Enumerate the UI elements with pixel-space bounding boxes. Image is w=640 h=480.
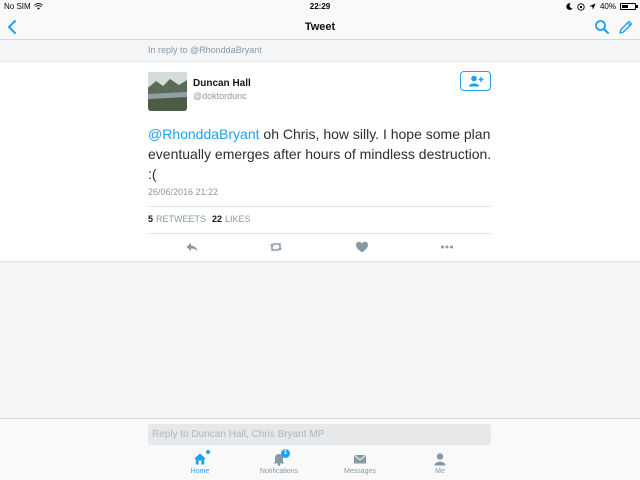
tab-notifications[interactable]: 1 Notifications xyxy=(249,449,309,479)
battery-percent: 40% xyxy=(599,2,616,11)
notification-badge: 1 xyxy=(281,449,290,458)
author-name[interactable]: Duncan Hall xyxy=(193,78,251,89)
likes-label: LIKES xyxy=(225,214,251,224)
avatar[interactable] xyxy=(148,72,187,111)
status-bar: No SIM 22:29 40% xyxy=(0,0,640,14)
divider xyxy=(148,233,491,234)
new-content-dot xyxy=(206,450,210,454)
compose-icon[interactable] xyxy=(618,19,634,35)
location-icon xyxy=(589,3,596,10)
retweets-count: 5 xyxy=(148,214,154,224)
tab-label: Messages xyxy=(344,468,376,475)
like-icon[interactable] xyxy=(355,240,369,254)
tweet-detail: Duncan Hall @doktordunc @RhonddaBryant o… xyxy=(0,62,640,262)
navigation-bar: Tweet xyxy=(0,14,640,40)
chevron-left-icon[interactable] xyxy=(6,18,20,36)
home-icon xyxy=(193,450,210,466)
tweet-timestamp: 26/06/2016 21:22 xyxy=(148,187,219,197)
author-handle[interactable]: @doktordunc xyxy=(193,91,247,101)
likes-count: 22 xyxy=(212,214,223,224)
add-user-icon xyxy=(468,75,483,87)
page-title: Tweet xyxy=(304,21,336,33)
reply-context-text: In reply to @RhonddaBryant xyxy=(148,45,262,55)
reply-input[interactable] xyxy=(148,424,491,445)
orientation-lock-icon xyxy=(577,2,585,11)
bottom-bar: Home 1 Notifications Messages Me xyxy=(0,418,640,480)
tab-label: Home xyxy=(190,468,210,475)
retweet-icon[interactable] xyxy=(269,240,283,254)
battery-icon xyxy=(620,3,638,10)
retweets-stat[interactable]: 5 RETWEETS xyxy=(148,214,206,224)
divider xyxy=(148,206,491,207)
reply-icon[interactable] xyxy=(185,240,199,254)
tweet-stats: 5 RETWEETS 22 LIKES xyxy=(148,214,251,224)
tab-me[interactable]: Me xyxy=(410,452,470,479)
more-icon[interactable] xyxy=(440,240,454,254)
tab-label: Notifications xyxy=(259,468,299,475)
tab-home[interactable]: Home xyxy=(170,450,230,479)
person-icon xyxy=(433,452,447,466)
tab-messages[interactable]: Messages xyxy=(330,452,390,479)
reply-context-banner[interactable]: In reply to @RhonddaBryant xyxy=(0,40,640,62)
mention-link[interactable]: @RhonddaBryant xyxy=(148,126,260,142)
follow-button[interactable] xyxy=(460,71,491,91)
likes-stat[interactable]: 22 LIKES xyxy=(212,214,251,224)
envelope-icon xyxy=(353,452,367,466)
clock: 22:29 xyxy=(309,2,331,11)
retweets-label: RETWEETS xyxy=(156,214,207,224)
tweet-actions xyxy=(148,240,491,254)
moon-icon xyxy=(566,3,573,10)
tweet-text: @RhonddaBryant oh Chris, how silly. I ho… xyxy=(148,124,498,184)
tab-label: Me xyxy=(435,468,445,475)
search-icon[interactable] xyxy=(594,19,610,35)
bell-icon: 1 xyxy=(272,449,290,466)
